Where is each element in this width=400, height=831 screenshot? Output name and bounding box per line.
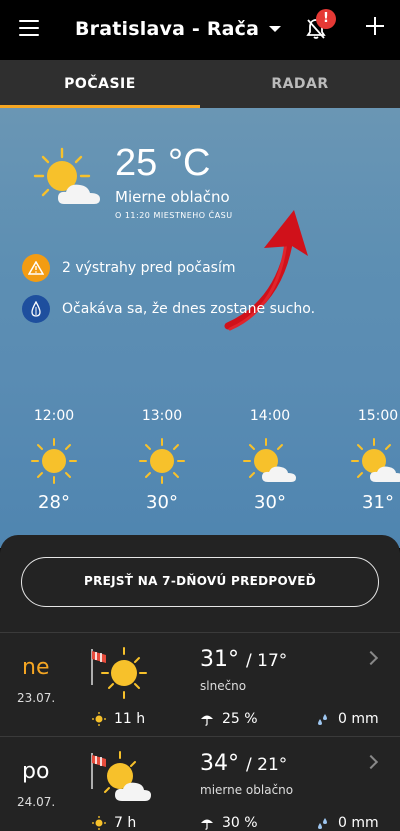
precipitation-note-row: Očakáva sa, že dnes zostane sucho. (22, 295, 315, 323)
rain-amount: 0 mm (316, 711, 379, 727)
day-low: / 21° (246, 755, 288, 775)
rain-chance: 25 % (200, 711, 258, 727)
hourly-item[interactable]: 14:00 30° (235, 408, 305, 513)
day-temperature: 34° / 21° (200, 751, 287, 776)
rain-chance-value: 25 % (222, 711, 258, 727)
rain-amount: 0 mm (316, 815, 379, 831)
day-high: 31° (200, 647, 239, 672)
sun-cloud-icon (351, 438, 400, 482)
umbrella-icon (201, 819, 213, 830)
weather-warnings-row[interactable]: 2 výstrahy pred počasím (22, 254, 236, 282)
daily-forecast-sheet: PREJSŤ NA 7-DŇOVÚ PREDPOVEĎ ne 23.07. 31… (0, 535, 400, 831)
hour-temperature: 30° (146, 492, 178, 513)
tab-radar[interactable]: RADAR (200, 60, 400, 108)
rain-amount-value: 0 mm (338, 815, 379, 831)
rain-amount-value: 0 mm (338, 711, 379, 727)
hourly-item[interactable]: 15:00 31° (343, 408, 400, 513)
sun-cloud-icon (33, 147, 100, 204)
tab-bar: POČASIE RADAR (0, 60, 400, 108)
day-name: po (22, 759, 50, 784)
sun-small-icon (92, 712, 106, 726)
notification-badge: ! (316, 9, 336, 29)
day-high: 34° (200, 751, 239, 776)
chevron-right-icon (363, 650, 379, 666)
sun-hours-value: 11 h (114, 711, 146, 727)
warning-icon (22, 254, 50, 282)
current-temperature: 25 °C (115, 142, 211, 184)
day-name: ne (22, 655, 50, 680)
precipitation-note-text: Očakáva sa, že dnes zostane sucho. (62, 301, 316, 317)
sun-hours: 7 h (92, 815, 136, 831)
add-location-button[interactable] (366, 17, 384, 35)
chevron-down-icon (269, 26, 282, 32)
umbrella-icon (201, 715, 213, 726)
rain-chance: 30 % (200, 815, 258, 831)
sun-small-icon (92, 816, 106, 830)
sun-cloud-icon (243, 438, 296, 482)
hour-time: 15:00 (357, 408, 399, 424)
drop-icon (22, 295, 50, 323)
day-condition: mierne oblačno (200, 783, 294, 797)
hourly-item[interactable]: 13:00 30° (127, 408, 197, 513)
location-name: Bratislava - Rača (75, 18, 260, 40)
location-selector[interactable]: Bratislava - Rača (75, 18, 282, 40)
day-low: / 17° (246, 651, 288, 671)
hour-temperature: 31° (362, 492, 394, 513)
sun-hours-value: 7 h (114, 815, 137, 831)
hour-time: 13:00 (141, 408, 183, 424)
sun-icon (91, 647, 147, 699)
seven-day-forecast-button[interactable]: PREJSŤ NA 7-DŇOVÚ PREDPOVEĎ (21, 557, 379, 607)
hour-temperature: 30° (254, 492, 286, 513)
rain-chance-value: 30 % (222, 815, 258, 831)
observation-time: O 11:20 MIESTNEHO ČASU (115, 211, 233, 220)
day-row[interactable]: ne 23.07. 31° / 17° slnečno 11 h 25 % 0 … (0, 632, 400, 736)
hourly-item[interactable]: 12:00 28° (19, 408, 89, 513)
hour-time: 12:00 (33, 408, 75, 424)
raindrops-icon (318, 714, 327, 725)
tab-weather[interactable]: POČASIE (0, 60, 200, 108)
chevron-right-icon (363, 754, 379, 770)
current-condition: Mierne oblačno (115, 188, 230, 206)
hour-time: 14:00 (249, 408, 291, 424)
sun-icon (31, 438, 77, 484)
sun-cloud-icon (91, 751, 151, 801)
hour-temperature: 28° (38, 492, 70, 513)
sun-icon (139, 438, 185, 484)
day-row[interactable]: po 24.07. 34° / 21° mierne oblačno 7 h 3… (0, 736, 400, 831)
menu-icon[interactable] (19, 20, 39, 36)
warnings-text: 2 výstrahy pred počasím (62, 260, 236, 276)
top-bar: Bratislava - Rača ! (0, 0, 400, 60)
day-temperature: 31° / 17° (200, 647, 287, 672)
day-date: 23.07. (17, 691, 56, 705)
day-date: 24.07. (17, 795, 56, 809)
sun-hours: 11 h (92, 711, 145, 727)
current-weather-panel: 25 °C Mierne oblačno O 11:20 MIESTNEHO Č… (0, 108, 400, 548)
day-condition: slnečno (200, 679, 247, 693)
raindrops-icon (318, 818, 327, 829)
